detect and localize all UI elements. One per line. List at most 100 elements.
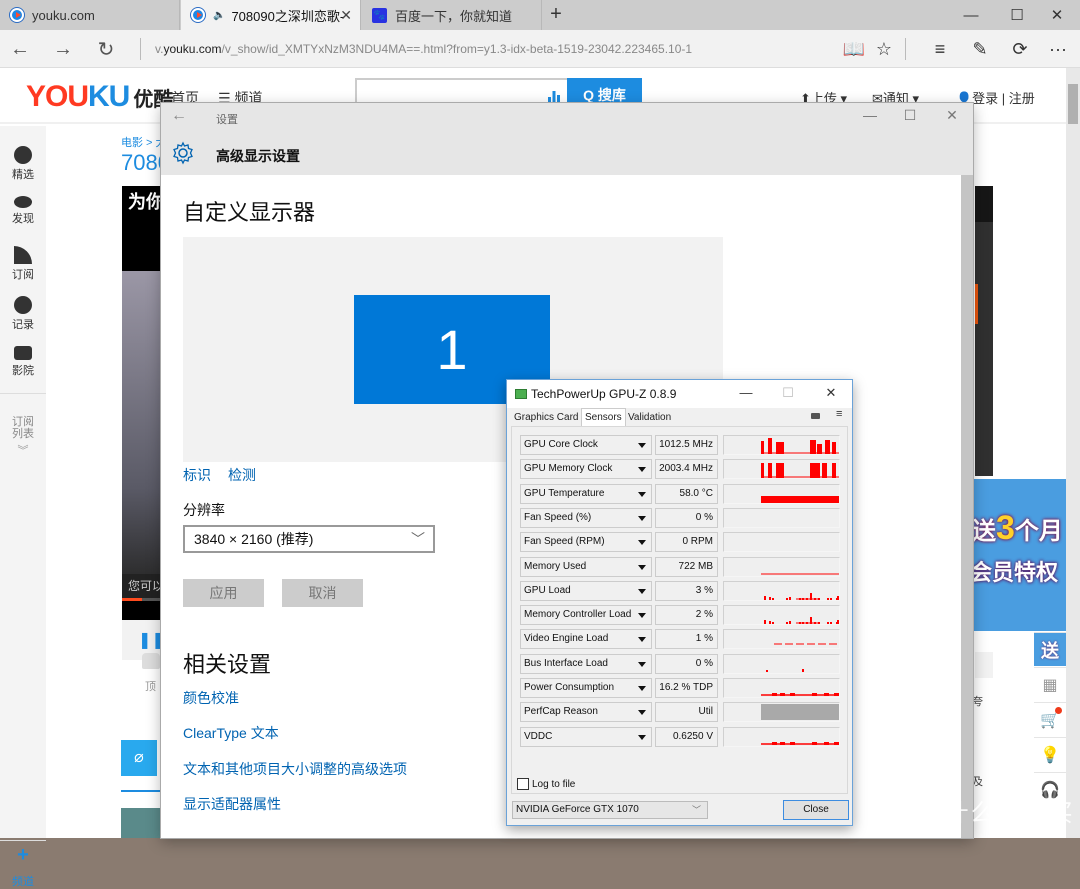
- subscribe-list-link[interactable]: 订阅 列表: [0, 416, 46, 440]
- watermark: 值 什么值得买: [910, 800, 1075, 827]
- sensor-name-dropdown[interactable]: Memory Used: [520, 556, 652, 577]
- address-bar: ← → ↻ v.youku.com/v_show/id_XMTYxNzM3NDU…: [0, 30, 1080, 68]
- sensor-row: Memory Controller Load 2 %: [520, 605, 842, 626]
- more-icon[interactable]: ···: [1040, 30, 1076, 68]
- sensors-panel: GPU Core Clock 1012.5 MHz GPU Memory Clock…: [511, 426, 848, 794]
- qr-code-icon[interactable]: ▦: [1034, 667, 1066, 701]
- sidebar-item-discover[interactable]: 发现: [0, 196, 46, 226]
- thumbs-up-icon[interactable]: [142, 653, 160, 669]
- dropdown-arrow-icon: [638, 443, 646, 448]
- sensor-value: 16.2 % TDP: [655, 678, 718, 698]
- color-calibration-link[interactable]: 颜色校准: [183, 688, 239, 708]
- video-progress[interactable]: [122, 598, 164, 601]
- compass-icon[interactable]: ⌀: [121, 740, 157, 776]
- dropdown-arrow-icon: [638, 613, 646, 619]
- share-icon[interactable]: ⟳: [1002, 30, 1038, 68]
- sensor-graph-plot: [761, 704, 839, 721]
- close-button[interactable]: ✕: [816, 385, 846, 401]
- maximize-button[interactable]: ☐: [891, 107, 929, 124]
- expand-chevron-icon[interactable]: ︾: [0, 442, 46, 458]
- sensor-name-dropdown[interactable]: PerfCap Reason: [520, 702, 652, 723]
- youku-logo[interactable]: YOUKU 优酷: [26, 80, 173, 114]
- sensor-name-dropdown[interactable]: Memory Controller Load: [520, 605, 652, 626]
- sidebar-item-subscribe[interactable]: 订阅: [0, 246, 46, 282]
- refresh-button[interactable]: ↻: [86, 30, 126, 68]
- sensor-name-dropdown[interactable]: Fan Speed (RPM): [520, 532, 652, 553]
- close-tab-icon[interactable]: ✕: [340, 7, 352, 24]
- detect-link[interactable]: 检测: [228, 465, 256, 485]
- vip-ad-banner[interactable]: 送3个月 会员特权: [972, 479, 1068, 631]
- sensor-name-dropdown[interactable]: Power Consumption: [520, 678, 652, 698]
- sensor-graph: [723, 459, 840, 480]
- page-title: 高级显示设置: [216, 148, 300, 164]
- cleartype-link[interactable]: ClearType 文本: [183, 723, 279, 743]
- minimize-button[interactable]: —: [948, 0, 994, 30]
- web-note-icon[interactable]: ✎: [962, 30, 998, 68]
- sensor-name-dropdown[interactable]: GPU Memory Clock: [520, 459, 652, 480]
- tab-youku[interactable]: youku.com: [0, 0, 180, 30]
- resolution-select[interactable]: 3840 × 2160 (推荐) ﹀: [183, 525, 435, 553]
- url-field[interactable]: v.youku.com/v_show/id_XMTYxNzM3NDU4MA==.…: [140, 38, 692, 60]
- sensor-name-dropdown[interactable]: VDDC: [520, 726, 652, 747]
- sensor-row: GPU Core Clock 1012.5 MHz: [520, 435, 842, 455]
- scrollbar-thumb[interactable]: [1068, 84, 1078, 124]
- log-to-file-checkbox[interactable]: Log to file: [517, 778, 575, 790]
- hub-icon[interactable]: ≡: [922, 30, 958, 68]
- youku-favicon-icon: [191, 8, 205, 22]
- thumbnail-image[interactable]: [121, 808, 163, 838]
- back-button[interactable]: ←: [171, 107, 187, 125]
- forward-button[interactable]: →: [43, 30, 83, 68]
- tab-video-active[interactable]: 🔈 708090之深圳恋歌- ✕: [181, 0, 361, 30]
- gift-button[interactable]: 送: [1034, 632, 1066, 666]
- camera-icon[interactable]: [811, 413, 820, 419]
- sensor-name-dropdown[interactable]: Fan Speed (%): [520, 507, 652, 528]
- audio-icon[interactable]: 🔈: [213, 10, 225, 21]
- tab-sensors[interactable]: Sensors: [581, 408, 626, 427]
- tab-validation[interactable]: Validation: [625, 410, 674, 426]
- video-player[interactable]: 为你 您可以: [122, 186, 164, 620]
- minimize-button[interactable]: —: [851, 107, 889, 123]
- sensor-name-dropdown[interactable]: GPU Load: [520, 580, 652, 601]
- gpuz-titlebar: TechPowerUp GPU-Z 0.8.9 — ☐ ✕: [507, 380, 852, 408]
- apply-button[interactable]: 应用: [183, 579, 264, 607]
- adapter-properties-link[interactable]: 显示适配器属性: [183, 794, 281, 814]
- checkbox-label: Log to file: [532, 778, 576, 790]
- sidebar-label: 影院: [12, 365, 34, 377]
- sidebar-item-cinema[interactable]: 影院: [0, 346, 46, 378]
- sensor-graph-plot: [761, 693, 839, 696]
- settings-scrollbar[interactable]: [961, 175, 973, 838]
- gpu-select[interactable]: NVIDIA GeForce GTX 1070 ﹀: [512, 801, 708, 819]
- sensor-name-dropdown[interactable]: Video Engine Load: [520, 629, 652, 650]
- favorite-star-icon[interactable]: ☆: [866, 30, 902, 68]
- back-button[interactable]: ←: [0, 30, 40, 68]
- sidebar-item-history[interactable]: 记录: [0, 296, 46, 332]
- minimize-button[interactable]: —: [731, 385, 761, 400]
- menu-icon[interactable]: ≡: [836, 408, 842, 420]
- lightbulb-icon[interactable]: 💡: [1034, 737, 1066, 771]
- sidebar-item-featured[interactable]: 精选: [0, 146, 46, 182]
- add-channel-icon[interactable]: +: [0, 845, 46, 865]
- resolution-label: 分辨率: [183, 502, 225, 518]
- breadcrumb[interactable]: 电影 > 大: [121, 134, 167, 150]
- sensor-name-dropdown[interactable]: Bus Interface Load: [520, 653, 652, 674]
- sensor-name: GPU Load: [524, 584, 571, 596]
- cancel-button[interactable]: 取消: [282, 579, 363, 607]
- gear-icon: [173, 141, 193, 165]
- sensor-name-dropdown[interactable]: GPU Core Clock: [520, 435, 652, 455]
- checkbox[interactable]: [517, 778, 529, 790]
- close-window-button[interactable]: ✕: [1034, 0, 1080, 30]
- new-tab-button[interactable]: +: [543, 0, 569, 30]
- close-button[interactable]: ✕: [933, 107, 971, 124]
- identify-link[interactable]: 标识: [183, 465, 211, 485]
- sidebar-label: 发现: [12, 213, 34, 225]
- tab-baidu[interactable]: 🐾 百度一下，你就知道: [362, 0, 542, 30]
- page-scrollbar[interactable]: [1066, 68, 1080, 838]
- maximize-button[interactable]: ☐: [773, 385, 803, 401]
- cart-icon[interactable]: 🛒: [1034, 702, 1066, 736]
- sensor-name-dropdown[interactable]: GPU Temperature: [520, 483, 652, 504]
- chevron-down-icon: ﹀: [411, 531, 425, 547]
- add-channel-label[interactable]: 频道: [0, 873, 46, 889]
- close-button[interactable]: Close: [783, 800, 849, 820]
- tab-graphics-card[interactable]: Graphics Card: [511, 410, 581, 426]
- advanced-sizing-link[interactable]: 文本和其他项目大小调整的高级选项: [183, 759, 407, 779]
